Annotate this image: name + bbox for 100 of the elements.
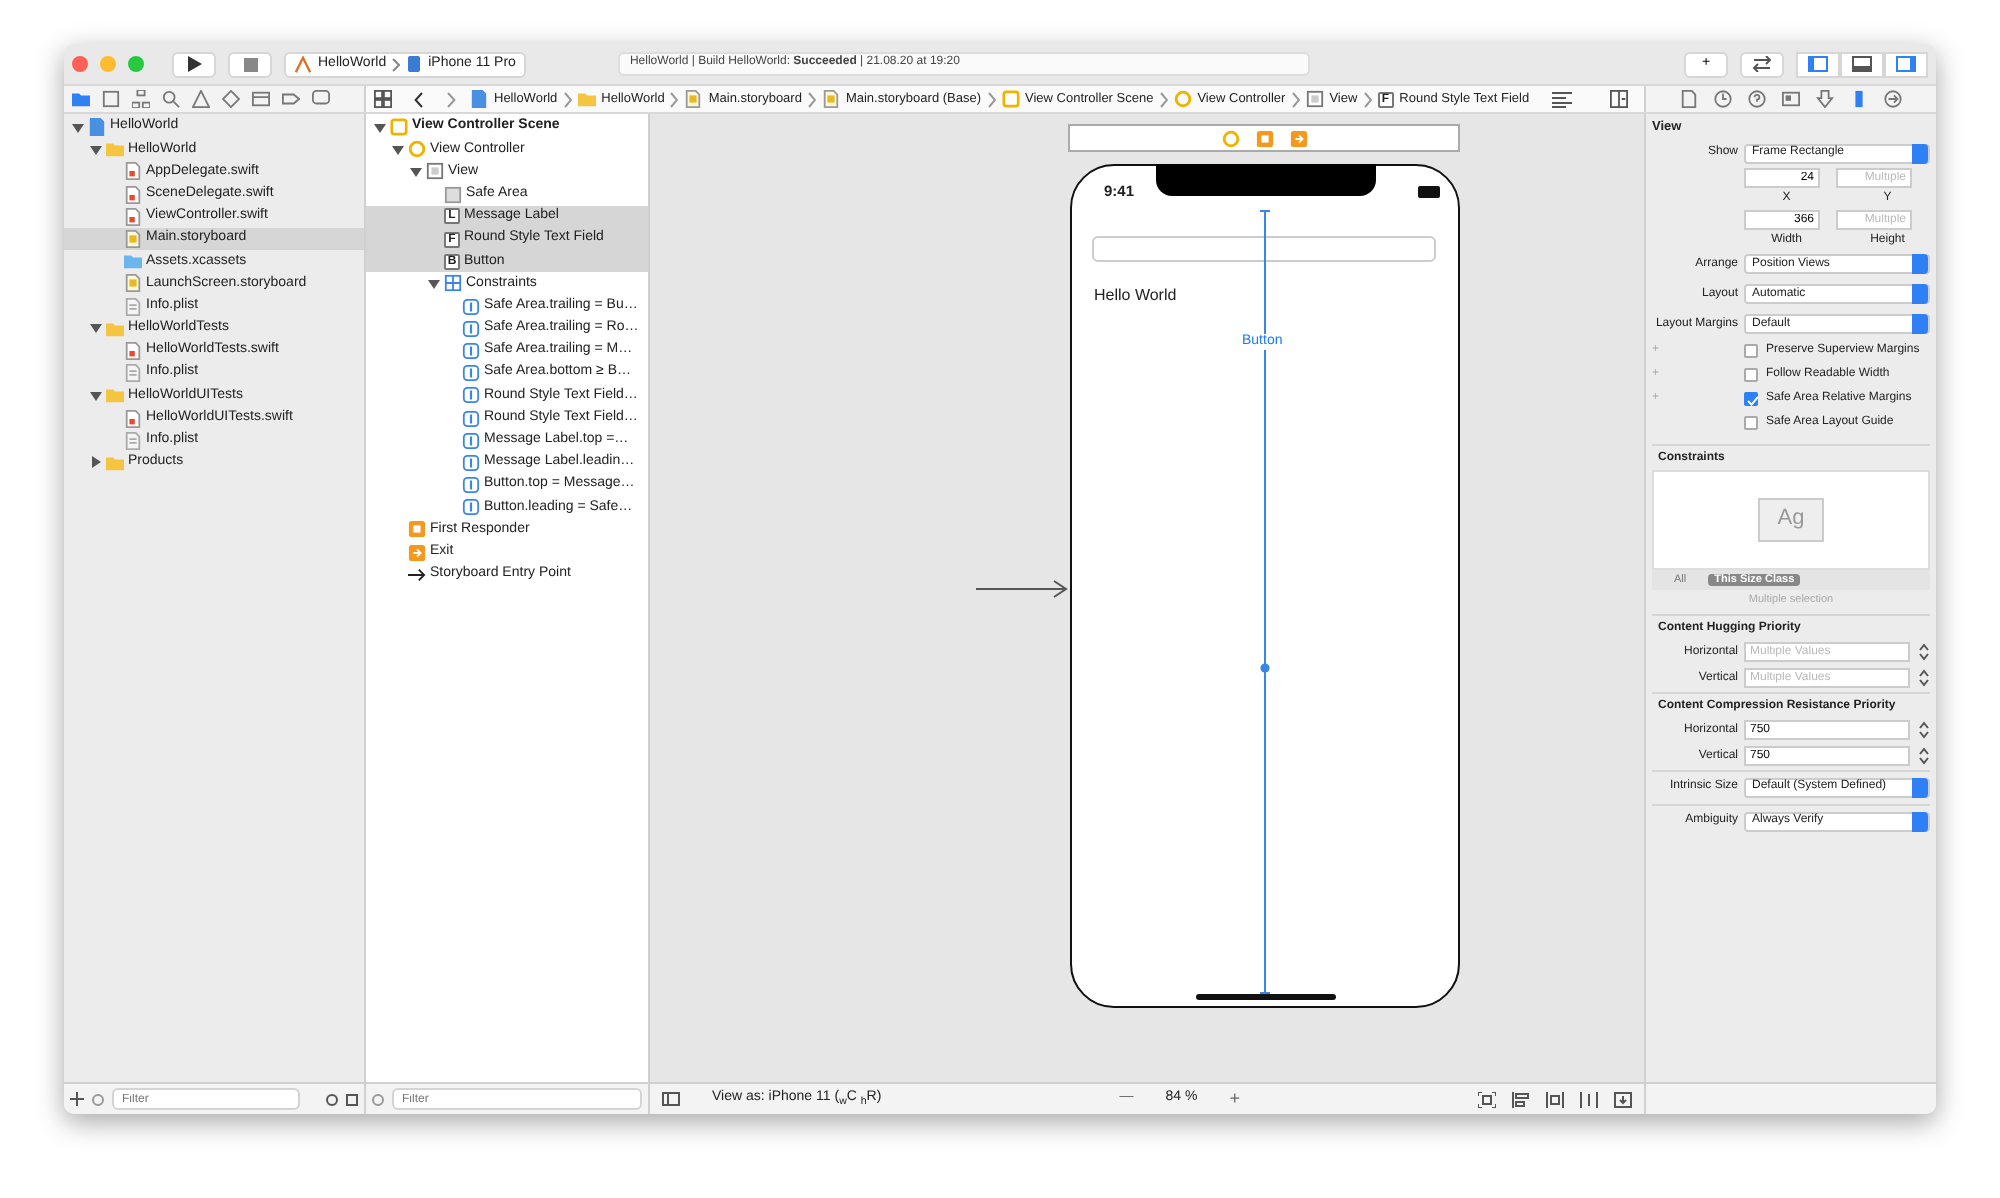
inspector-tab[interactable] <box>1714 90 1732 108</box>
forward-icon[interactable] <box>446 91 456 107</box>
stepper[interactable] <box>1918 720 1930 741</box>
panel-icon <box>1808 56 1828 72</box>
message-label: Hello World <box>1094 286 1177 306</box>
view-icon <box>426 162 444 181</box>
split-editor-icon[interactable] <box>1610 90 1628 108</box>
navigator-tab[interactable] <box>192 90 210 108</box>
inspector-tab[interactable] <box>1782 90 1800 108</box>
storyboard-file-icon <box>684 90 703 108</box>
folder-icon <box>577 90 596 108</box>
swift-file-icon <box>124 207 142 226</box>
view-controller-icon <box>1221 129 1239 147</box>
checkbox[interactable] <box>1744 392 1758 407</box>
play-icon <box>187 56 201 72</box>
sample-text-preview: Ag <box>1757 498 1825 542</box>
exit-icon <box>1289 129 1307 147</box>
navigator-tab[interactable] <box>102 90 120 108</box>
chevron-icon <box>670 91 679 107</box>
filter-icon <box>92 1093 104 1105</box>
disclosure-triangle-icon[interactable] <box>90 143 102 156</box>
filter-icon <box>372 1093 384 1105</box>
folder-icon <box>106 319 124 338</box>
lines-icon[interactable] <box>1552 91 1572 107</box>
navigator-tab[interactable] <box>282 90 300 108</box>
resolve-icon[interactable] <box>1580 1091 1598 1107</box>
add-icon[interactable] <box>70 1092 84 1106</box>
folder-icon <box>106 386 124 405</box>
panel-toggle[interactable] <box>1884 51 1928 77</box>
navigator-tab[interactable] <box>222 90 240 108</box>
disclosure-triangle-icon[interactable] <box>392 143 404 156</box>
first-responder-icon <box>408 520 426 539</box>
home-indicator <box>1196 994 1336 1000</box>
inspector-tab[interactable] <box>1850 90 1868 108</box>
inspector-tab[interactable] <box>1816 90 1834 108</box>
speech-bubble-icon <box>312 90 330 108</box>
panel-toggle[interactable] <box>1796 51 1840 77</box>
stepper[interactable] <box>1918 746 1930 767</box>
constraint-icon <box>462 319 480 338</box>
chevron-icon <box>807 91 816 107</box>
pin-icon[interactable] <box>1546 1091 1564 1107</box>
navigator-tab[interactable] <box>72 90 90 108</box>
swift-file-icon <box>124 185 142 204</box>
exit-icon <box>408 543 426 562</box>
sidebar-icon[interactable] <box>662 1092 680 1106</box>
arrow-circle-icon <box>1884 90 1902 108</box>
stepper[interactable] <box>1918 668 1930 689</box>
ruler-icon <box>1850 90 1868 108</box>
project-file-icon <box>470 90 488 108</box>
zoom-in-button[interactable]: + <box>1229 1088 1240 1110</box>
update-frames-icon[interactable] <box>1478 1091 1496 1107</box>
plist-file-icon <box>124 297 142 316</box>
constraint-icon <box>462 431 480 450</box>
stop-button[interactable] <box>228 51 272 77</box>
diamond-icon <box>222 90 240 108</box>
navigator-tab[interactable] <box>252 90 270 108</box>
disclosure-triangle-icon[interactable] <box>428 277 440 290</box>
inspector-tab[interactable] <box>1884 90 1902 108</box>
constraint-icon <box>462 386 480 405</box>
review-button[interactable] <box>1740 51 1784 77</box>
device-icon <box>406 56 423 72</box>
checkbox[interactable] <box>1744 344 1758 359</box>
first-responder-icon <box>1255 129 1273 147</box>
run-button[interactable] <box>172 51 216 77</box>
disclosure-triangle-icon[interactable] <box>90 389 102 402</box>
align-icon[interactable] <box>1512 1091 1530 1107</box>
grid-icon <box>252 90 270 108</box>
panel-toggle[interactable] <box>1840 51 1884 77</box>
swift-file-icon <box>124 409 142 428</box>
disclosure-triangle-icon[interactable] <box>410 165 422 178</box>
question-icon <box>1748 90 1766 108</box>
checkbox[interactable] <box>1744 416 1758 431</box>
constraint-icon <box>462 297 480 316</box>
disclosure-triangle-icon[interactable] <box>90 322 102 335</box>
embed-icon[interactable] <box>1614 1091 1632 1107</box>
constraint-icon <box>462 476 480 495</box>
clock-icon <box>1714 90 1732 108</box>
navigator-tab[interactable] <box>312 90 330 108</box>
stepper[interactable] <box>1918 642 1930 663</box>
inspector-tab[interactable] <box>1680 90 1698 108</box>
folder-icon <box>106 140 124 159</box>
constraints-icon <box>444 274 462 293</box>
disclosure-triangle-icon[interactable] <box>374 121 386 134</box>
clock-icon[interactable] <box>326 1093 338 1105</box>
storyboard-file-icon <box>124 274 142 293</box>
navigator-tab[interactable] <box>132 90 150 108</box>
square-icon[interactable] <box>346 1093 358 1105</box>
constraint-icon <box>462 341 480 360</box>
disclosure-triangle-icon[interactable] <box>90 456 102 469</box>
storyboard-file-icon <box>821 90 840 108</box>
navigator-tab[interactable] <box>162 90 180 108</box>
checkbox[interactable] <box>1744 368 1758 383</box>
inspector-tab[interactable] <box>1748 90 1766 108</box>
entry-point-arrow <box>976 580 1068 598</box>
chevron-icon <box>1291 91 1300 107</box>
grid-icon[interactable] <box>374 90 392 108</box>
text-field[interactable] <box>1092 236 1436 262</box>
back-icon[interactable] <box>414 91 424 107</box>
folder-icon <box>106 453 124 472</box>
disclosure-triangle-icon[interactable] <box>72 121 84 134</box>
